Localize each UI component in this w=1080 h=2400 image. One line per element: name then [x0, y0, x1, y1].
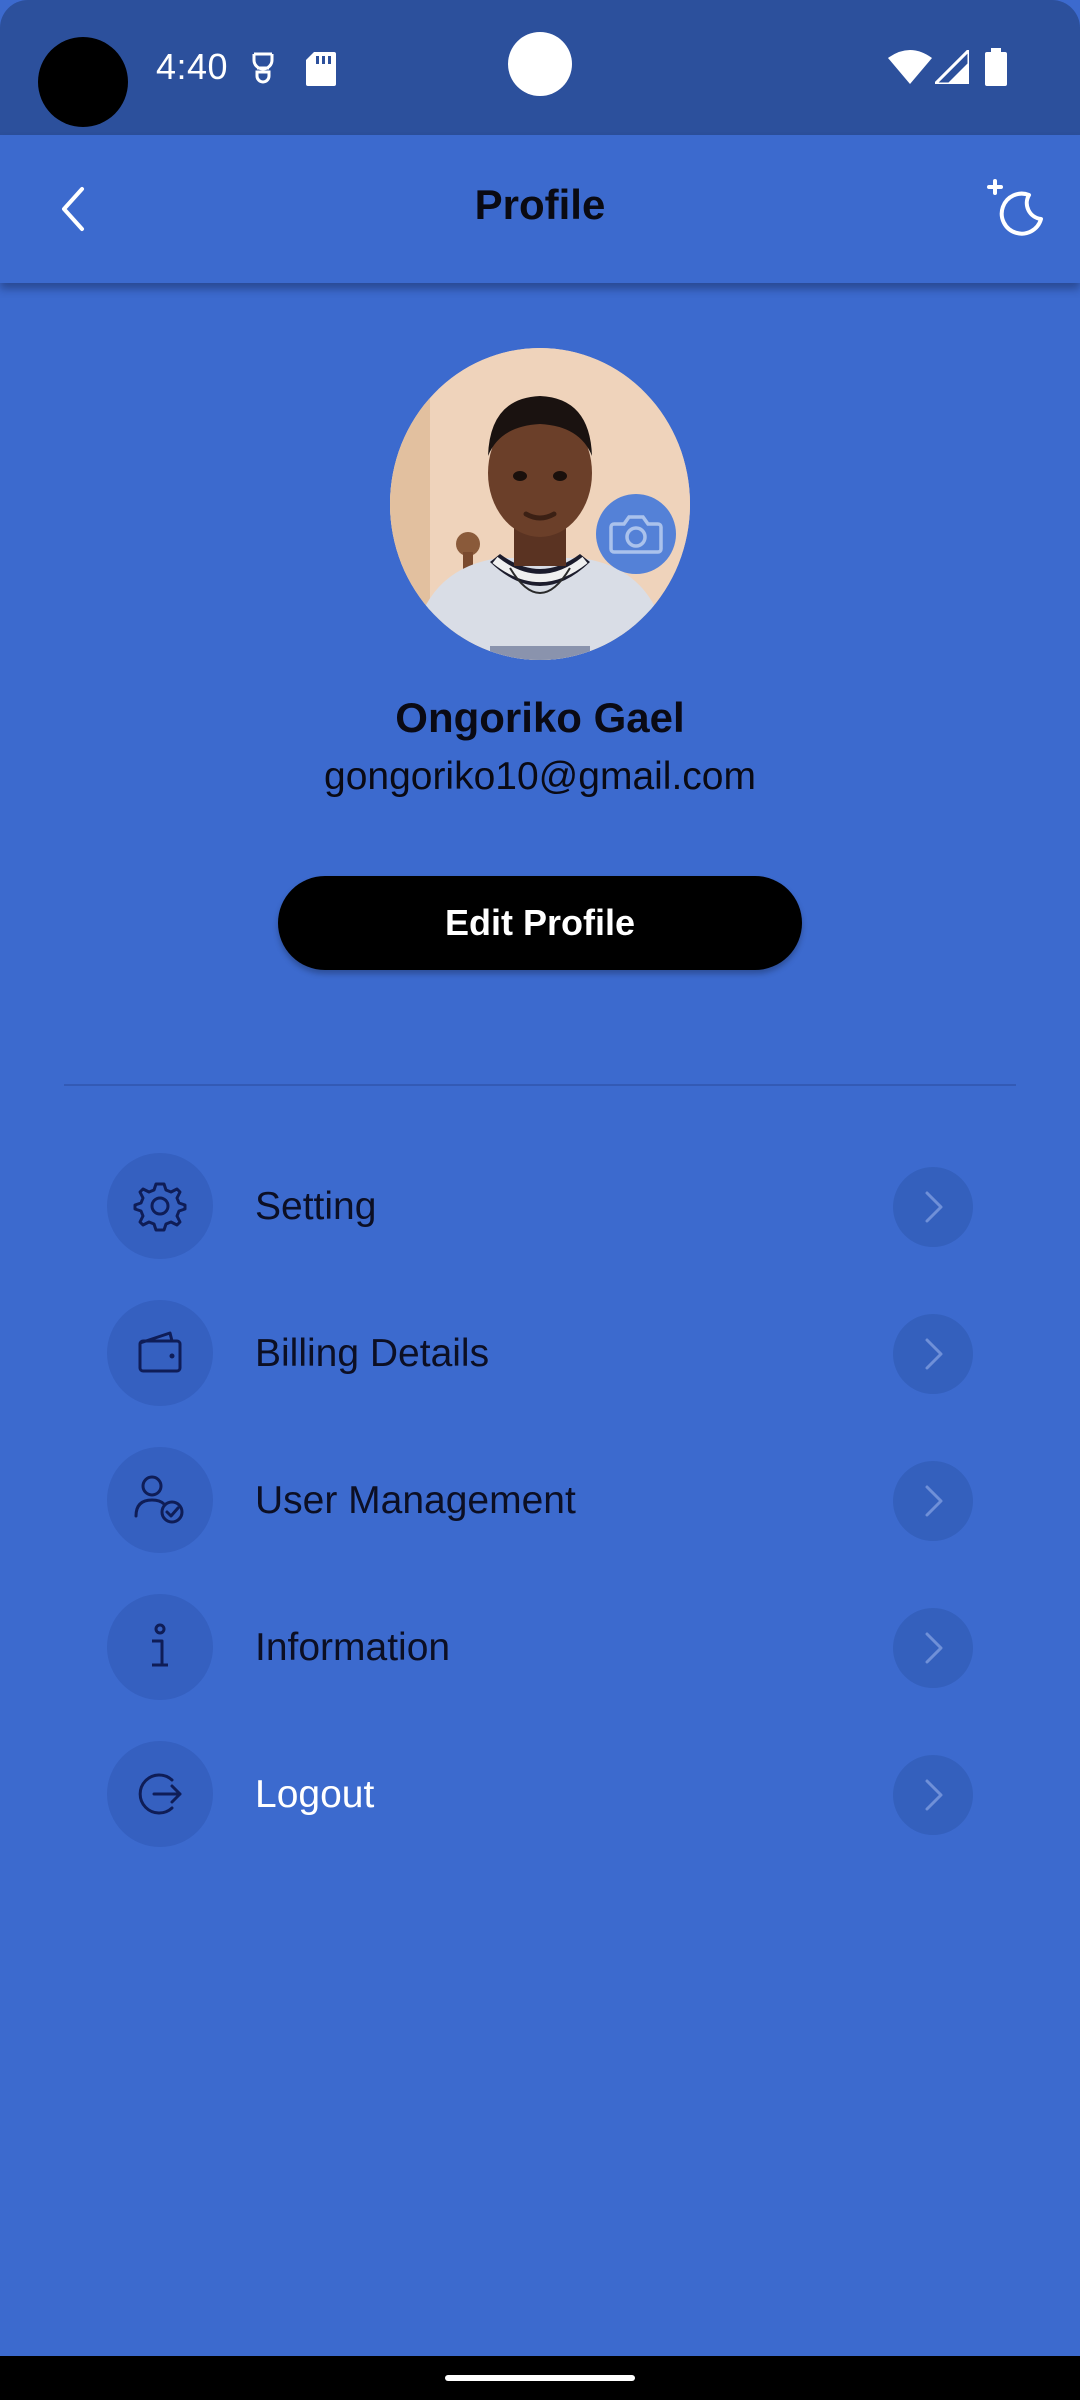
chevron-right-icon: [925, 1338, 943, 1370]
info-icon: [152, 1623, 168, 1667]
menu-item-user-management[interactable]: User Management: [0, 1445, 1080, 1555]
status-bar: 4:40: [0, 0, 1080, 135]
profile-name: Ongoriko Gael: [395, 694, 685, 741]
theme-toggle-button[interactable]: [985, 175, 1049, 239]
wallet-icon: [138, 1331, 182, 1373]
menu-item-information[interactable]: Information: [0, 1592, 1080, 1702]
cell-signal-icon: [931, 46, 971, 89]
menu-item-label: Billing Details: [255, 1332, 490, 1375]
chevron-right-icon: [925, 1485, 943, 1517]
vpn-key-icon: [248, 50, 278, 91]
page-title: Profile: [474, 181, 606, 228]
menu-item-setting[interactable]: Setting: [0, 1151, 1080, 1261]
menu-item-label: User Management: [255, 1479, 576, 1522]
chevron-right-icon: [925, 1191, 943, 1223]
chevron-right-button[interactable]: [893, 1461, 973, 1541]
chevron-right-icon: [925, 1632, 943, 1664]
home-handle[interactable]: [445, 2375, 635, 2381]
status-time: 4:40: [156, 46, 229, 87]
camera-icon: [609, 515, 663, 554]
camera-cutout: [38, 37, 128, 127]
moon-sparkle-icon: [987, 179, 1043, 236]
menu-icon-circle: [107, 1594, 213, 1700]
battery-icon: [985, 48, 1007, 91]
chevron-right-button[interactable]: [893, 1608, 973, 1688]
menu-item-billing-details[interactable]: Billing Details: [0, 1298, 1080, 1408]
profile-email: gongoriko10@gmail.com: [324, 755, 756, 798]
edit-profile-button[interactable]: Edit Profile: [278, 876, 802, 970]
menu-icon-circle: [107, 1153, 213, 1259]
change-photo-button[interactable]: [596, 494, 676, 574]
menu-item-label: Information: [255, 1626, 451, 1669]
menu-item-label: Setting: [255, 1185, 377, 1228]
chevron-right-button[interactable]: [893, 1314, 973, 1394]
menu-icon-circle: [107, 1300, 213, 1406]
system-nav-bar: [0, 2356, 1080, 2400]
user-check-icon: [134, 1475, 184, 1524]
chevron-right-button[interactable]: [893, 1167, 973, 1247]
menu-icon-circle: [107, 1741, 213, 1847]
wifi-icon: [888, 50, 932, 89]
menu-icon-circle: [107, 1447, 213, 1553]
chevron-right-button[interactable]: [893, 1755, 973, 1835]
gear-icon: [133, 1182, 187, 1232]
chevron-right-icon: [925, 1779, 943, 1811]
app-bar: Profile: [0, 135, 1080, 283]
front-camera: [508, 32, 572, 96]
menu-item-logout[interactable]: Logout: [0, 1739, 1080, 1849]
menu-item-label: Logout: [255, 1773, 375, 1816]
sd-card-icon: [306, 52, 336, 91]
divider: [64, 1084, 1016, 1086]
logout-icon: [138, 1773, 182, 1815]
